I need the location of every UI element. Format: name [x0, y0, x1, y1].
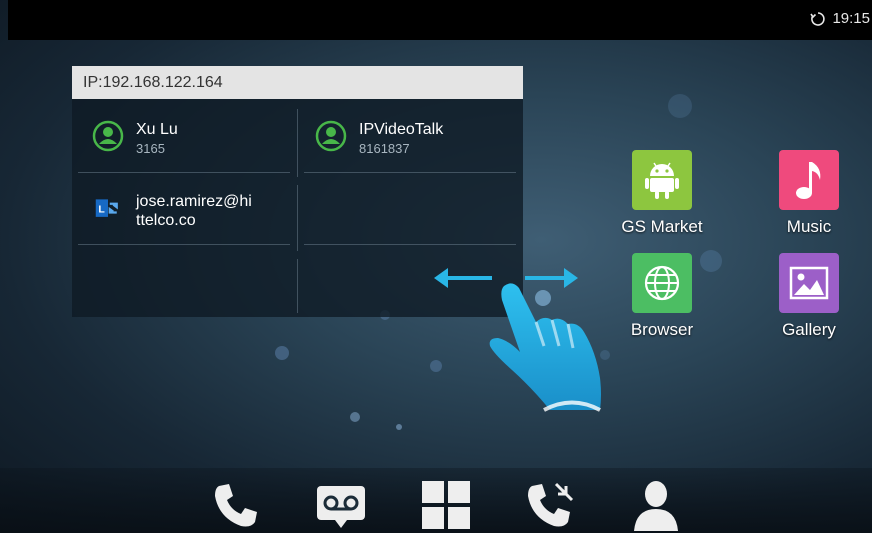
android-icon — [632, 150, 692, 210]
contact-icon — [315, 120, 347, 152]
lync-icon: L — [95, 199, 118, 217]
contact-tile-ipvideotalk[interactable]: IPVideoTalk 8161837 — [315, 120, 443, 158]
widget-header: IP:192.168.122.164 — [72, 66, 523, 99]
contacts-icon — [634, 481, 678, 531]
app-gallery[interactable]: Gallery — [759, 253, 859, 340]
contact-name: IPVideoTalk — [359, 121, 444, 138]
contacts-button[interactable] — [627, 476, 685, 533]
bottom-dock — [0, 468, 872, 533]
contact-tile-jose-ramirez[interactable]: L jose.ramirez@hi ttelco.co — [92, 192, 252, 230]
app-label: Gallery — [782, 320, 836, 339]
swipe-hand-icon — [434, 268, 601, 412]
status-indicators: 19:15 — [810, 10, 870, 27]
contact-number: 8161837 — [359, 141, 410, 156]
contact-tile-xu-lu[interactable]: Xu Lu 3165 — [92, 120, 178, 158]
phone-icon — [215, 484, 257, 527]
app-browser[interactable]: Browser — [612, 253, 712, 340]
background-light — [275, 346, 289, 360]
call-log-button[interactable] — [522, 476, 580, 533]
grid-divider — [297, 185, 298, 251]
background-light — [350, 412, 360, 422]
grid-divider — [78, 244, 290, 245]
phone-button[interactable] — [207, 476, 265, 533]
app-label: Browser — [630, 320, 694, 339]
voicemail-icon — [317, 486, 365, 528]
app-gs-market[interactable]: GS Market — [612, 150, 712, 237]
swipe-arrow-right-icon — [525, 268, 578, 288]
globe-icon — [632, 253, 692, 313]
grid-divider — [297, 259, 298, 313]
grid-divider — [297, 109, 298, 177]
apps-grid-icon — [422, 481, 470, 529]
status-bar: 19:15 — [8, 0, 872, 40]
voicemail-button[interactable] — [312, 476, 370, 533]
app-label: Music — [786, 217, 832, 236]
contact-number: 3165 — [136, 141, 165, 156]
app-label: GS Market — [621, 217, 703, 236]
contact-name: ttelco.co — [136, 212, 196, 229]
svg-text:L: L — [98, 204, 105, 216]
apps-button[interactable] — [417, 476, 475, 533]
background-light — [396, 424, 402, 430]
grid-divider — [304, 244, 516, 245]
grid-divider — [78, 172, 290, 173]
music-note-icon — [779, 150, 839, 210]
grid-divider — [304, 172, 516, 173]
contact-icon — [92, 120, 124, 152]
contact-name: Xu Lu — [136, 121, 178, 138]
sync-icon — [810, 11, 826, 26]
swipe-arrow-left-icon — [434, 268, 492, 288]
background-light — [668, 94, 692, 118]
contact-name: jose.ramirez@hi — [136, 193, 252, 210]
call-log-icon — [528, 482, 574, 527]
app-music[interactable]: Music — [759, 150, 859, 237]
picture-icon — [779, 253, 839, 313]
status-time: 19:15 — [832, 10, 870, 27]
